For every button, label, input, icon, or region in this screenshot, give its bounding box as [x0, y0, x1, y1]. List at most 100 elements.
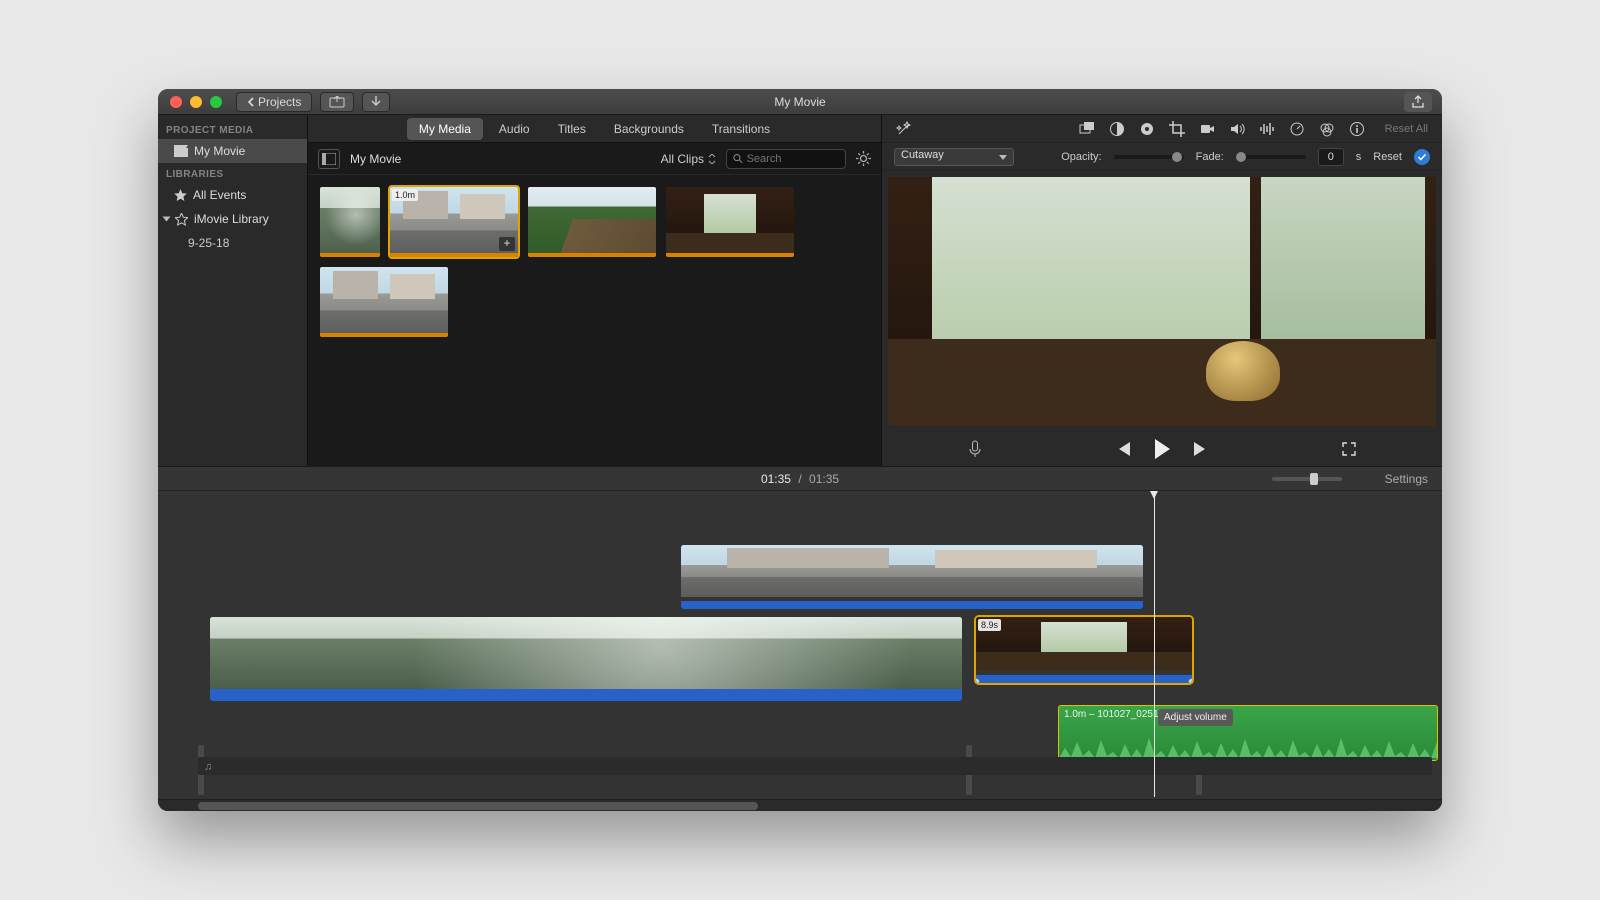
overlay-reset-button[interactable]: Reset — [1373, 151, 1402, 163]
tab-my-media[interactable]: My Media — [407, 118, 483, 140]
overlay-clip[interactable] — [681, 545, 1143, 609]
library-root-item[interactable]: iMovie Library — [158, 207, 307, 231]
audio-track: 1.0m – 101027_0251 Adjust volume — [158, 705, 1442, 761]
clip-audio-waveform — [681, 601, 1143, 609]
project-media-header: PROJECT MEDIA — [158, 119, 307, 139]
reset-all-button[interactable]: Reset All — [1385, 123, 1428, 135]
back-to-projects-button[interactable]: Projects — [236, 92, 312, 112]
tab-audio[interactable]: Audio — [487, 118, 542, 140]
all-events-item[interactable]: All Events — [158, 183, 307, 207]
color-balance-icon[interactable] — [1109, 121, 1125, 137]
record-voiceover-button[interactable] — [968, 440, 982, 458]
speed-icon[interactable] — [1289, 121, 1305, 137]
titlebar: Projects My Movie — [158, 89, 1442, 115]
minimize-window-button[interactable] — [190, 96, 202, 108]
next-frame-button[interactable] — [1193, 442, 1209, 456]
clip-duration-tag: 8.9s — [978, 619, 1001, 631]
media-clip[interactable] — [320, 267, 448, 337]
audio-clip-label: 1.0m – 101027_0251 — [1059, 706, 1437, 723]
updown-icon — [708, 154, 716, 164]
clip-audio-waveform — [976, 675, 1192, 683]
fade-label: Fade: — [1196, 151, 1224, 163]
share-button[interactable] — [1404, 92, 1432, 112]
disclosure-triangle-icon — [163, 217, 171, 222]
crop-icon[interactable] — [1169, 121, 1185, 137]
media-browser: My Media Audio Titles Backgrounds Transi… — [308, 115, 882, 466]
viewer-panel: Reset All Cutaway Opacity: Fade: 0 s Res… — [882, 115, 1442, 466]
add-to-timeline-button[interactable]: + — [499, 237, 515, 251]
audio-clip[interactable]: 1.0m – 101027_0251 — [1058, 705, 1438, 761]
fade-unit: s — [1356, 151, 1362, 163]
tab-titles[interactable]: Titles — [546, 118, 598, 140]
download-button[interactable] — [362, 92, 390, 112]
timeline-clip[interactable]: 8.9s — [976, 617, 1192, 683]
timeline-clip[interactable] — [210, 617, 962, 701]
timeline-settings-button[interactable]: Settings — [1385, 472, 1428, 486]
primary-video-track: 8.9s — [158, 617, 1442, 701]
volume-icon[interactable] — [1229, 121, 1245, 137]
traffic-lights — [158, 96, 222, 108]
close-window-button[interactable] — [170, 96, 182, 108]
toggle-sidebar-button[interactable] — [318, 149, 340, 169]
import-media-button[interactable] — [320, 92, 354, 112]
upper-panels: PROJECT MEDIA My Movie LIBRARIES All Eve… — [158, 115, 1442, 467]
back-label: Projects — [258, 95, 301, 109]
clapper-icon — [174, 145, 188, 157]
search-input[interactable] — [747, 153, 839, 165]
overlay-apply-check[interactable] — [1414, 149, 1430, 165]
media-clip[interactable]: 1.0m+ — [390, 187, 518, 257]
clip-filter-dropdown[interactable]: All Clips — [661, 152, 716, 166]
play-button[interactable] — [1153, 439, 1171, 459]
viewer-toolbar: Reset All — [882, 115, 1442, 143]
opacity-slider[interactable] — [1114, 155, 1184, 159]
search-field[interactable] — [726, 149, 846, 169]
info-icon[interactable] — [1349, 121, 1365, 137]
media-clip[interactable] — [320, 187, 380, 257]
waveform-icon — [1059, 730, 1438, 760]
library-event-item[interactable]: 9-25-18 — [158, 231, 307, 255]
prev-frame-button[interactable] — [1115, 442, 1131, 456]
background-music-well[interactable]: ♫ — [198, 757, 1432, 775]
project-media-item[interactable]: My Movie — [158, 139, 307, 163]
transport-controls — [882, 432, 1442, 466]
libraries-header: LIBRARIES — [158, 163, 307, 183]
browser-title: My Movie — [350, 152, 401, 166]
enhance-wand-icon[interactable] — [896, 121, 912, 137]
overlay-adjust-bar: Cutaway Opacity: Fade: 0 s Reset — [882, 143, 1442, 171]
browser-tabs: My Media Audio Titles Backgrounds Transi… — [308, 115, 881, 143]
time-indicator-bar: 01:35 / 01:35 Settings — [158, 467, 1442, 491]
media-clip[interactable] — [666, 187, 794, 257]
filters-icon[interactable] — [1319, 121, 1335, 137]
fade-value[interactable]: 0 — [1318, 148, 1344, 166]
browser-toolbar: My Movie All Clips — [308, 143, 881, 175]
playhead[interactable] — [1154, 491, 1155, 797]
clip-audio-waveform — [210, 689, 962, 701]
browser-settings-button[interactable] — [856, 151, 871, 166]
fade-handle[interactable] — [1188, 678, 1192, 683]
time-readout: 01:35 / 01:35 — [158, 472, 1442, 486]
color-correction-icon[interactable] — [1139, 121, 1155, 137]
fade-slider[interactable] — [1236, 155, 1306, 159]
search-icon — [733, 153, 743, 164]
timeline-zoom-slider[interactable] — [1272, 477, 1342, 481]
preview-viewport[interactable] — [888, 177, 1436, 426]
music-note-icon: ♫ — [204, 761, 212, 773]
fullscreen-button[interactable] — [1342, 442, 1356, 456]
media-clip[interactable] — [528, 187, 656, 257]
tab-backgrounds[interactable]: Backgrounds — [602, 118, 696, 140]
fade-handle[interactable] — [976, 678, 980, 683]
timeline-scrollbar[interactable] — [158, 799, 1442, 811]
stabilization-icon[interactable] — [1199, 121, 1215, 137]
timeline[interactable]: 8.9s 1.0m – 101027_0251 Adjust volume — [158, 491, 1442, 811]
library-icon — [175, 213, 188, 226]
zoom-window-button[interactable] — [210, 96, 222, 108]
tooltip: Adjust volume — [1158, 709, 1233, 726]
app-window: Projects My Movie PROJECT MEDIA My Movie… — [158, 89, 1442, 811]
overlay-track — [158, 545, 1442, 609]
star-icon — [174, 189, 187, 202]
overlay-mode-select[interactable]: Cutaway — [894, 148, 1014, 166]
clip-grid: 1.0m+ — [308, 175, 881, 466]
overlay-controls-icon[interactable] — [1079, 121, 1095, 137]
tab-transitions[interactable]: Transitions — [700, 118, 782, 140]
noise-eq-icon[interactable] — [1259, 121, 1275, 137]
